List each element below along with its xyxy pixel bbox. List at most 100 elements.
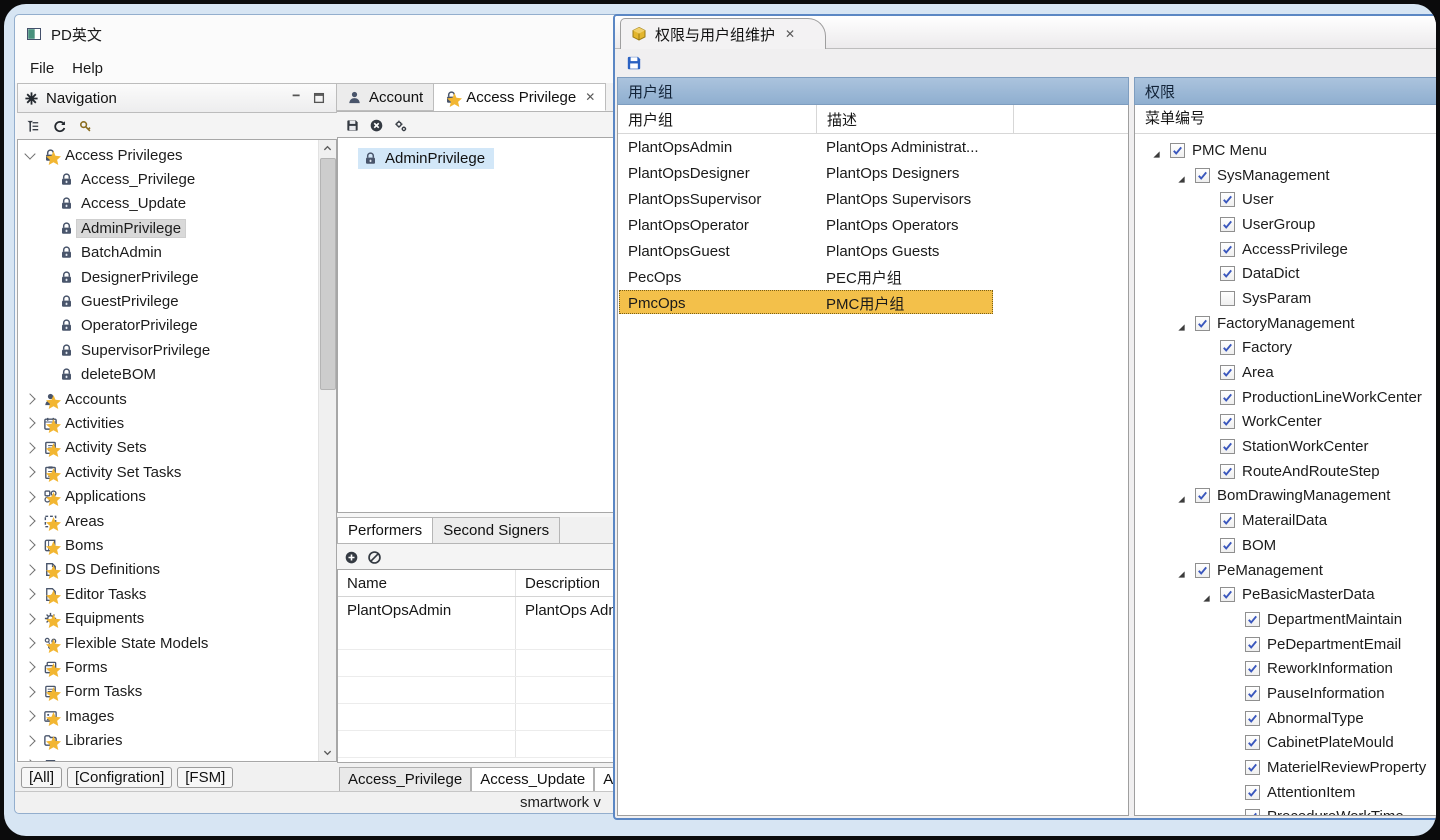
- menu-file[interactable]: File: [21, 58, 63, 79]
- nav-item-item[interactable]: [18, 753, 336, 762]
- chevron-right-icon[interactable]: [24, 540, 35, 551]
- privilege-item-pmc-menu[interactable]: PMC Menu: [1135, 138, 1436, 163]
- checkbox-checked[interactable]: [1245, 661, 1260, 676]
- checkbox-checked[interactable]: [1245, 711, 1260, 726]
- privilege-item-materaildata[interactable]: MaterailData: [1135, 508, 1436, 533]
- chevron-right-icon[interactable]: [24, 393, 35, 404]
- privilege-item-area[interactable]: Area: [1135, 360, 1436, 385]
- chevron-right-icon[interactable]: [24, 491, 35, 502]
- privilege-item-abnormaltype[interactable]: AbnormalType: [1135, 706, 1436, 731]
- chevron-right-icon[interactable]: [24, 759, 35, 762]
- save-icon[interactable]: [345, 118, 360, 133]
- privilege-item-pebasicmasterdata[interactable]: PeBasicMasterData: [1135, 582, 1436, 607]
- tab-account[interactable]: Account: [337, 83, 434, 111]
- tab-performers[interactable]: Performers: [337, 517, 433, 543]
- remove-circle-icon[interactable]: [367, 550, 382, 565]
- tab-privilege-usergroup[interactable]: 权限与用户组维护 ✕: [620, 18, 826, 49]
- list-item-adminprivilege[interactable]: AdminPrivilege: [358, 148, 494, 169]
- nav-item-libraries[interactable]: Libraries: [18, 728, 336, 752]
- perspective-all[interactable]: [All]: [21, 767, 62, 788]
- checkbox-checked[interactable]: [1220, 217, 1235, 232]
- checkbox-checked[interactable]: [1245, 735, 1260, 750]
- privilege-item-attentionitem[interactable]: AttentionItem: [1135, 780, 1436, 805]
- checkbox-unchecked[interactable]: [1220, 291, 1235, 306]
- usergroup-row-pmcops[interactable]: PmcOpsPMC用户组: [618, 290, 1128, 316]
- scroll-down-icon[interactable]: [319, 744, 336, 761]
- nav-item-forms[interactable]: Forms: [18, 655, 336, 679]
- tab-access-privilege[interactable]: Access Privilege✕: [434, 83, 606, 111]
- scroll-up-icon[interactable]: [319, 140, 336, 157]
- chevron-right-icon[interactable]: [24, 515, 35, 526]
- privilege-item-bom[interactable]: BOM: [1135, 533, 1436, 558]
- chevron-right-icon[interactable]: [24, 589, 35, 600]
- privilege-item-bomdrawingmanagement[interactable]: BomDrawingManagement: [1135, 484, 1436, 509]
- checkbox-checked[interactable]: [1220, 242, 1235, 257]
- settings-icon[interactable]: [393, 118, 408, 133]
- privilege-item-productionlineworkcenter[interactable]: ProductionLineWorkCenter: [1135, 385, 1436, 410]
- nav-item-activity-sets[interactable]: Activity Sets: [18, 436, 336, 460]
- bottom-tab-access-privilege[interactable]: Access_Privilege: [339, 767, 471, 791]
- minimize-view-icon[interactable]: [290, 91, 304, 105]
- nav-item-images[interactable]: Images: [18, 704, 336, 728]
- checkbox-checked[interactable]: [1220, 439, 1235, 454]
- column-header-usergroup[interactable]: 用户组: [618, 105, 817, 133]
- nav-item-designerprivilege[interactable]: DesignerPrivilege: [18, 265, 336, 289]
- checkbox-checked[interactable]: [1220, 365, 1235, 380]
- tab-second-signers[interactable]: Second Signers: [433, 517, 560, 543]
- column-header-description[interactable]: 描述: [817, 105, 1014, 133]
- chevron-right-icon[interactable]: [24, 418, 35, 429]
- expand-triangle-icon[interactable]: [1177, 319, 1186, 328]
- privilege-item-usergroup[interactable]: UserGroup: [1135, 212, 1436, 237]
- nav-item-flexible-state-models[interactable]: Flexible State Models: [18, 631, 336, 655]
- usergroup-row-plantopsoperator[interactable]: PlantOpsOperatorPlantOps Operators: [618, 212, 1128, 238]
- perspective-fsm[interactable]: [FSM]: [177, 767, 233, 788]
- nav-item-adminprivilege[interactable]: AdminPrivilege: [18, 216, 336, 240]
- usergroup-row-plantopsadmin[interactable]: PlantOpsAdminPlantOps Administrat...: [618, 134, 1128, 160]
- privilege-item-cabinetplatemould[interactable]: CabinetPlateMould: [1135, 731, 1436, 756]
- privilege-item-sysparam[interactable]: SysParam: [1135, 286, 1436, 311]
- privilege-item-reworkinformation[interactable]: ReworkInformation: [1135, 656, 1436, 681]
- usergroup-row-plantopsdesigner[interactable]: PlantOpsDesignerPlantOps Designers: [618, 160, 1128, 186]
- expand-triangle-icon[interactable]: [1177, 171, 1186, 180]
- checkbox-checked[interactable]: [1220, 266, 1235, 281]
- checkbox-checked[interactable]: [1195, 168, 1210, 183]
- maximize-view-icon[interactable]: [312, 91, 326, 105]
- nav-item-editor-tasks[interactable]: Editor Tasks: [18, 582, 336, 606]
- expand-triangle-icon[interactable]: [1177, 491, 1186, 500]
- nav-item-guestprivilege[interactable]: GuestPrivilege: [18, 289, 336, 313]
- nav-item-deletebom[interactable]: deleteBOM: [18, 363, 336, 387]
- nav-item-boms[interactable]: Boms: [18, 533, 336, 557]
- key-icon[interactable]: [78, 119, 93, 134]
- chevron-right-icon[interactable]: [24, 564, 35, 575]
- checkbox-checked[interactable]: [1220, 538, 1235, 553]
- nav-item-applications[interactable]: Applications: [18, 484, 336, 508]
- checkbox-checked[interactable]: [1220, 390, 1235, 405]
- privilege-item-routeandroutestep[interactable]: RouteAndRouteStep: [1135, 459, 1436, 484]
- nav-item-ds-definitions[interactable]: DS Definitions: [18, 558, 336, 582]
- usergroup-row-plantopssupervisor[interactable]: PlantOpsSupervisorPlantOps Supervisors: [618, 186, 1128, 212]
- privilege-item-pedepartmentemail[interactable]: PeDepartmentEmail: [1135, 632, 1436, 657]
- chevron-right-icon[interactable]: [24, 467, 35, 478]
- nav-item-batchadmin[interactable]: BatchAdmin: [18, 241, 336, 265]
- nav-item-form-tasks[interactable]: Form Tasks: [18, 680, 336, 704]
- privilege-item-factory[interactable]: Factory: [1135, 336, 1436, 361]
- checkbox-checked[interactable]: [1245, 637, 1260, 652]
- checkbox-checked[interactable]: [1245, 686, 1260, 701]
- privilege-item-materielreviewproperty[interactable]: MaterielReviewProperty: [1135, 755, 1436, 780]
- chevron-right-icon[interactable]: [24, 637, 35, 648]
- privilege-item-stationworkcenter[interactable]: StationWorkCenter: [1135, 434, 1436, 459]
- chevron-right-icon[interactable]: [24, 686, 35, 697]
- refresh-icon[interactable]: [52, 119, 67, 134]
- add-circle-icon[interactable]: [344, 550, 359, 565]
- chevron-right-icon[interactable]: [24, 442, 35, 453]
- checkbox-checked[interactable]: [1220, 414, 1235, 429]
- chevron-right-icon[interactable]: [24, 711, 35, 722]
- usergroup-row-plantopsguest[interactable]: PlantOpsGuestPlantOps Guests: [618, 238, 1128, 264]
- chevron-right-icon[interactable]: [24, 613, 35, 624]
- nav-item-accounts[interactable]: Accounts: [18, 387, 336, 411]
- nav-item-supervisorprivilege[interactable]: SupervisorPrivilege: [18, 338, 336, 362]
- scrollbar-thumb[interactable]: [320, 158, 336, 390]
- nav-item-access-privilege[interactable]: Access_Privilege: [18, 167, 336, 191]
- bottom-tab-access-update[interactable]: Access_Update: [471, 767, 594, 791]
- table-row[interactable]: PlantOpsAdminPlantOps Adm: [338, 597, 633, 623]
